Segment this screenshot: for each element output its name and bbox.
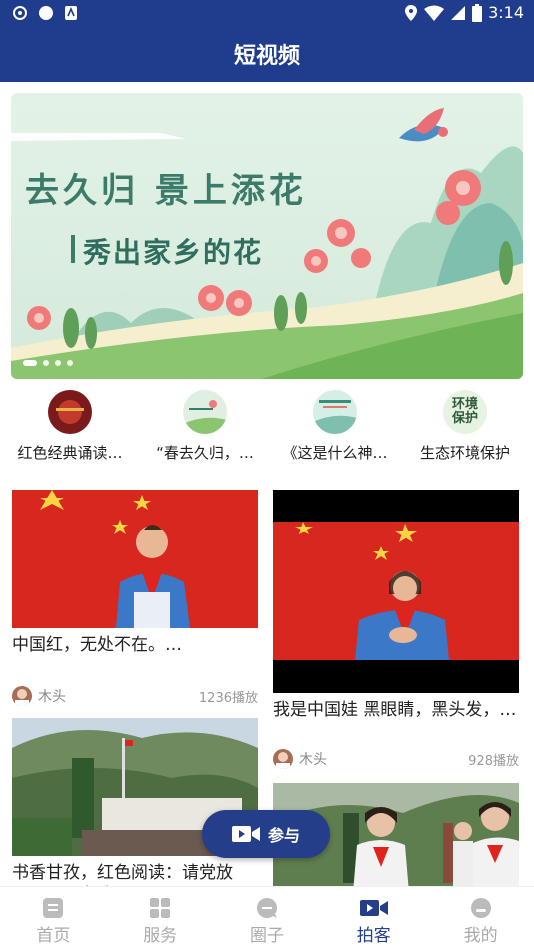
tab-mine[interactable]: 我的: [427, 887, 534, 950]
tab-service[interactable]: 服务: [107, 887, 214, 950]
video-meta: 木头 928播放: [273, 749, 519, 769]
topic-thumbnail: [313, 390, 357, 434]
tab-circle[interactable]: 圈子: [214, 887, 321, 950]
top-bar: 3:14 短视频: [0, 0, 534, 82]
record-icon: [39, 6, 53, 20]
author-name: 木头: [38, 689, 66, 705]
join-button-label: 参与: [267, 826, 300, 845]
carousel-dot[interactable]: [55, 360, 61, 366]
tab-label: 我的: [463, 926, 498, 946]
carousel-dot[interactable]: [67, 360, 73, 366]
author-name: 木头: [299, 752, 327, 768]
signal-icon: [451, 5, 466, 20]
wifi-icon: [424, 5, 445, 21]
avatar: [12, 686, 32, 706]
topic-row: 红色经典诵读… “春去久归，… 《这是什么神… 环境 保护 生态环境保护: [0, 390, 534, 470]
status-right-icons: 3:14: [404, 3, 524, 22]
carousel-dot[interactable]: [43, 360, 49, 366]
video-card[interactable]: 我是中国娃 黑眼睛，黑头发，… 木头 928播放: [273, 490, 519, 769]
tab-home[interactable]: 首页: [0, 887, 107, 950]
status-left-icons: [12, 5, 78, 21]
video-title: 我是中国娃 黑眼睛，黑头发，…: [273, 700, 517, 720]
topic-label: 《这是什么神…: [282, 444, 388, 462]
tab-label: 拍客: [356, 926, 391, 946]
topic-label: “春去久归，…: [156, 444, 254, 462]
play-count: 1236播放: [198, 690, 258, 706]
banner-carousel[interactable]: 去久归 景上添花 秀出家乡的花: [11, 93, 523, 379]
topic-item[interactable]: 《这是什么神…: [270, 390, 400, 470]
play-count: 928播放: [468, 753, 519, 769]
sync-icon: [13, 6, 27, 20]
home-icon: [43, 898, 64, 918]
topic-thumbnail: [48, 390, 92, 434]
video-camera-icon: [231, 826, 260, 842]
tab-label: 圈子: [249, 926, 284, 946]
video-author[interactable]: 木头: [273, 749, 327, 769]
topic-item[interactable]: 红色经典诵读…: [0, 390, 140, 470]
video-thumbnail: [273, 490, 519, 693]
video-meta: 木头 1236播放: [12, 686, 258, 706]
banner-subheadline: 秀出家乡的花: [83, 236, 264, 269]
video-card[interactable]: 中国红，无处不在。… 木头 1236播放: [12, 490, 258, 706]
avatar: [273, 749, 293, 769]
grid-icon: [150, 898, 171, 918]
battery-icon: [472, 3, 483, 22]
camera-icon: [359, 900, 388, 916]
carousel-dot-active[interactable]: [23, 360, 37, 366]
join-button[interactable]: 参与: [202, 810, 330, 858]
banner-accent-bar: [71, 235, 75, 263]
topic-label: 生态环境保护: [419, 444, 510, 462]
video-title: 中国红，无处不在。…: [12, 635, 182, 655]
tab-paike[interactable]: 拍客: [320, 887, 427, 950]
status-time: 3:14: [488, 3, 524, 22]
topic-thumbnail: 环境 保护: [443, 390, 487, 434]
video-thumbnail: [12, 490, 258, 628]
page-title: 短视频: [233, 44, 300, 69]
tab-label: 服务: [143, 926, 178, 946]
profile-icon: [470, 898, 491, 918]
location-icon: [405, 4, 418, 21]
tab-label: 首页: [36, 926, 71, 946]
bottom-tab-bar: 首页 服务 圈子 拍客 我的: [0, 886, 534, 950]
topic-label: 红色经典诵读…: [17, 444, 123, 462]
topic-item[interactable]: “春去久归，…: [140, 390, 270, 470]
carousel-indicator[interactable]: [23, 360, 73, 366]
topic-icon-text: 环境 保护: [451, 397, 478, 426]
notification-icon: [65, 6, 77, 20]
topic-thumbnail: [183, 390, 227, 434]
banner-headline: 去久归 景上添花: [25, 171, 307, 211]
chat-icon: [256, 898, 277, 918]
app-screen: 3:14 短视频 去久归 景上添花 秀出家乡的花 红色经典诵读… “春去久归，……: [0, 0, 534, 950]
topic-item[interactable]: 环境 保护 生态环境保护: [400, 390, 530, 470]
status-bar: 3:14: [0, 0, 534, 28]
video-author[interactable]: 木头: [12, 686, 66, 706]
